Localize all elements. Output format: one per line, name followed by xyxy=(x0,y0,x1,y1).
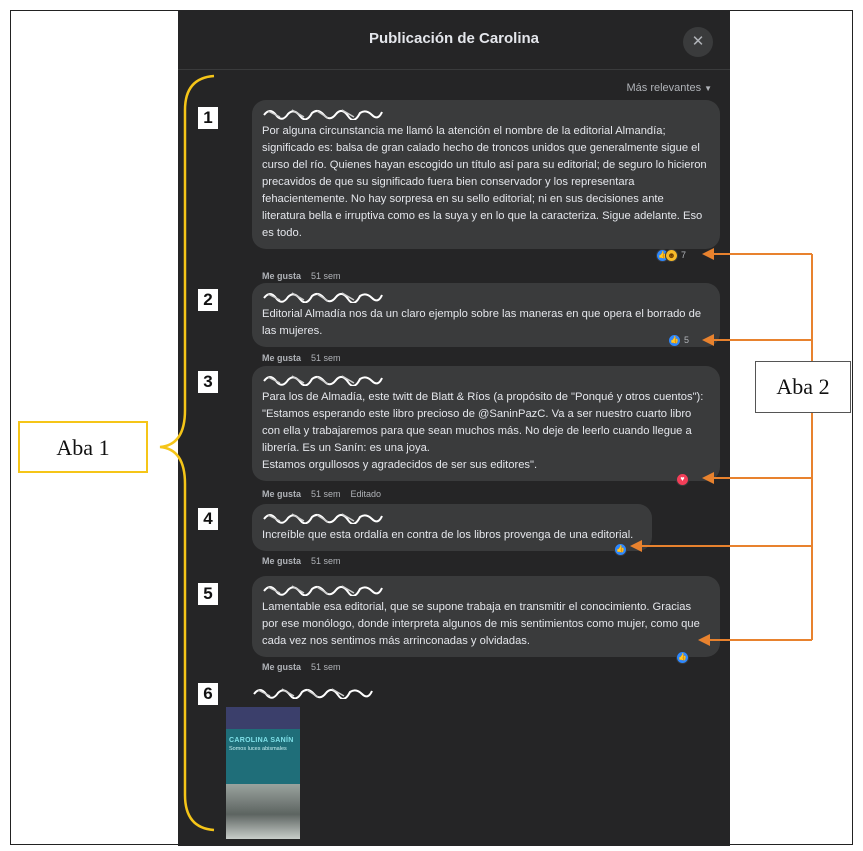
aba2-connector xyxy=(640,253,813,641)
aba2-arrowheads xyxy=(630,248,714,646)
aba1-bracket xyxy=(159,74,215,832)
aba2-label: Aba 2 xyxy=(755,361,851,413)
aba1-label: Aba 1 xyxy=(18,421,148,473)
